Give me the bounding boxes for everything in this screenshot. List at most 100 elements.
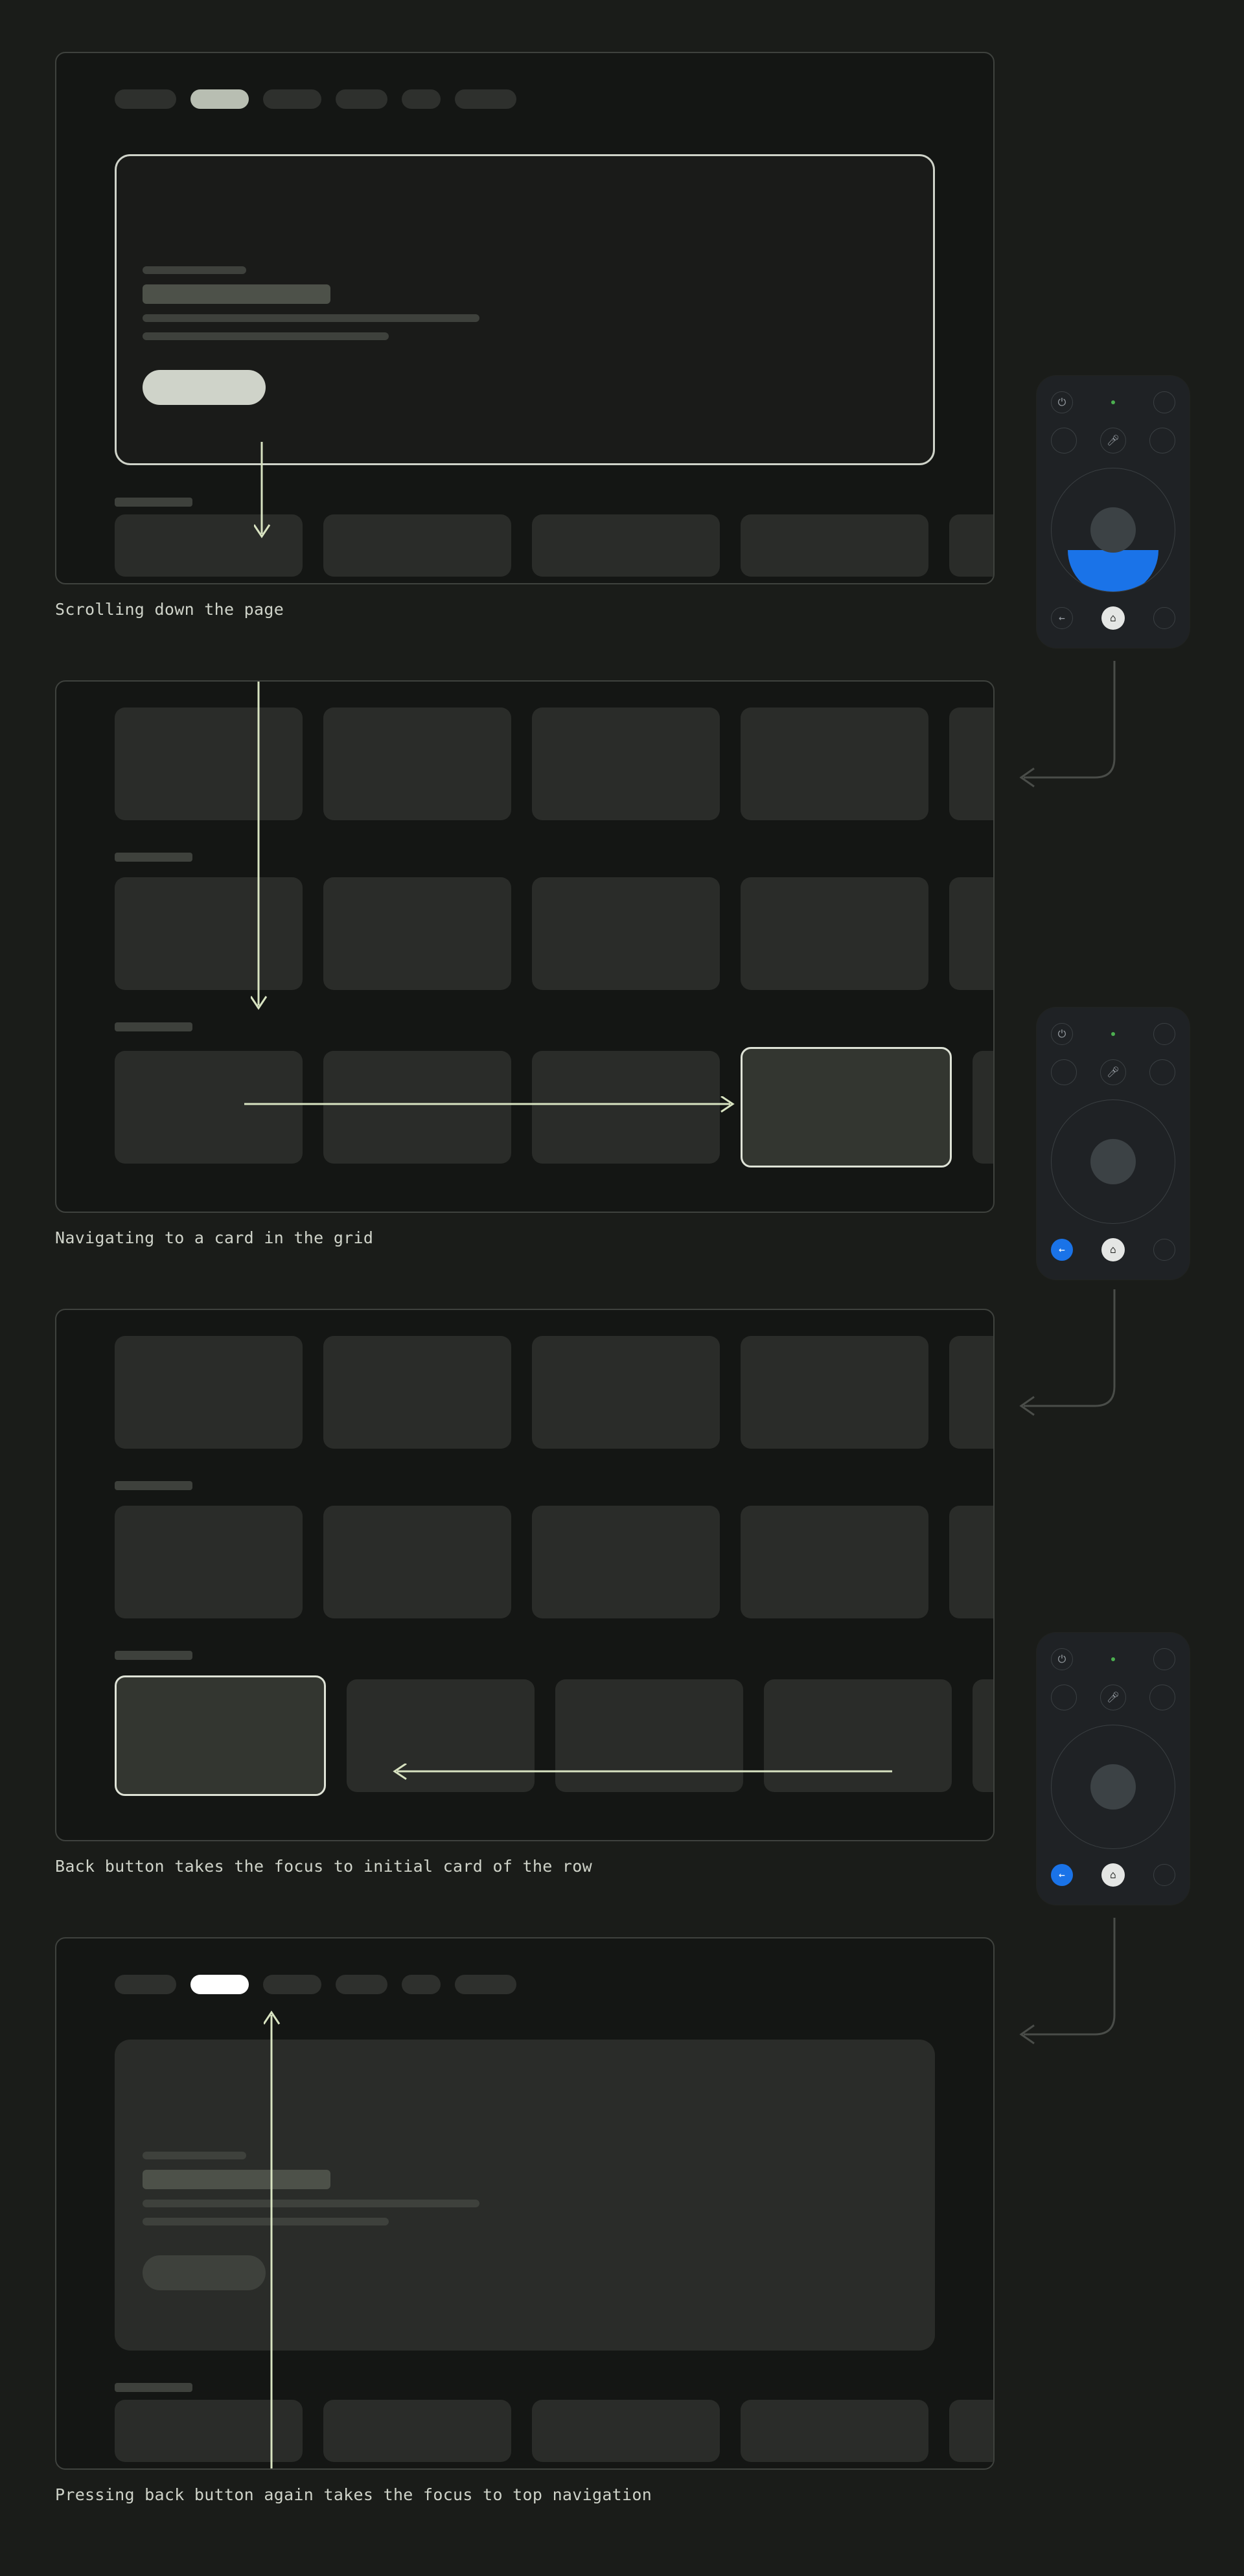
content-card[interactable] — [741, 1336, 928, 1449]
led-indicator — [1111, 400, 1115, 404]
content-card[interactable] — [532, 707, 720, 820]
content-card[interactable] — [949, 707, 995, 820]
dpad[interactable] — [1051, 1099, 1175, 1224]
content-card[interactable] — [323, 1051, 511, 1164]
generic-button[interactable] — [1149, 1685, 1175, 1710]
tab-item[interactable] — [455, 1975, 516, 1994]
tab-item[interactable] — [115, 1975, 176, 1994]
generic-button[interactable] — [1051, 1059, 1077, 1085]
hero-card[interactable] — [115, 2040, 935, 2351]
top-tabs — [56, 53, 993, 109]
generic-button[interactable] — [1153, 1023, 1175, 1045]
tab-item[interactable] — [402, 89, 441, 109]
content-card[interactable] — [741, 707, 928, 820]
mic-icon: 🎤︎ — [1107, 1067, 1120, 1077]
generic-button[interactable] — [1153, 391, 1175, 413]
content-card[interactable] — [973, 1679, 995, 1792]
generic-button[interactable] — [1153, 607, 1175, 629]
generic-button[interactable] — [1153, 1864, 1175, 1886]
tab-item[interactable] — [263, 1975, 321, 1994]
content-card[interactable] — [115, 1051, 303, 1164]
tab-item-focused[interactable] — [190, 1975, 249, 1994]
content-card[interactable] — [323, 877, 511, 990]
led-indicator — [1111, 1032, 1115, 1036]
content-card[interactable] — [115, 707, 303, 820]
content-card[interactable] — [115, 514, 303, 577]
tab-item[interactable] — [263, 89, 321, 109]
dpad[interactable] — [1051, 1725, 1175, 1849]
cta-button[interactable] — [143, 2255, 266, 2290]
tab-item[interactable] — [115, 89, 176, 109]
content-card[interactable] — [532, 1336, 720, 1449]
content-card-focused[interactable] — [115, 1675, 326, 1796]
cta-button[interactable] — [143, 370, 266, 405]
content-card[interactable] — [949, 2400, 995, 2462]
back-button-highlighted[interactable]: ← — [1051, 1239, 1073, 1261]
dpad-center[interactable] — [1090, 507, 1136, 553]
content-card[interactable] — [323, 514, 511, 577]
content-card[interactable] — [555, 1679, 743, 1792]
content-card[interactable] — [949, 1336, 995, 1449]
remote-control: ⏻ 🎤︎ ← ⌂ — [1037, 1007, 1190, 1280]
remote-control: ⏻ 🎤︎ ← ⌂ — [1037, 1633, 1190, 1905]
power-icon: ⏻ — [1058, 1654, 1066, 1664]
content-card[interactable] — [532, 1051, 720, 1164]
content-card[interactable] — [115, 1336, 303, 1449]
content-card[interactable] — [323, 707, 511, 820]
content-card[interactable] — [115, 2400, 303, 2462]
content-card[interactable] — [323, 2400, 511, 2462]
dpad[interactable] — [1051, 468, 1175, 592]
tab-item[interactable] — [336, 89, 387, 109]
content-card[interactable] — [115, 877, 303, 990]
row-header-placeholder — [115, 1481, 192, 1490]
content-card[interactable] — [949, 514, 995, 577]
content-card[interactable] — [741, 1506, 928, 1618]
content-card[interactable] — [532, 877, 720, 990]
content-card[interactable] — [949, 1506, 995, 1618]
content-card[interactable] — [532, 1506, 720, 1618]
dpad-center[interactable] — [1090, 1139, 1136, 1184]
generic-button[interactable] — [1153, 1648, 1175, 1670]
content-card[interactable] — [323, 1336, 511, 1449]
content-card[interactable] — [115, 1506, 303, 1618]
content-card-focused[interactable] — [741, 1047, 952, 1167]
content-card[interactable] — [347, 1679, 535, 1792]
row-header-placeholder — [115, 2383, 192, 2392]
tv-screen — [55, 1937, 995, 2470]
generic-button[interactable] — [1149, 1059, 1175, 1085]
assist-button[interactable]: 🎤︎ — [1100, 428, 1126, 454]
hero-card-focused[interactable] — [115, 154, 935, 465]
home-icon: ⌂ — [1110, 1245, 1116, 1255]
content-card[interactable] — [764, 1679, 952, 1792]
home-button[interactable]: ⌂ — [1101, 606, 1125, 630]
power-button[interactable]: ⏻ — [1051, 391, 1073, 413]
content-card[interactable] — [532, 514, 720, 577]
generic-button[interactable] — [1149, 428, 1175, 454]
back-button-highlighted[interactable]: ← — [1051, 1864, 1073, 1886]
content-card[interactable] — [741, 514, 928, 577]
home-icon: ⌂ — [1110, 613, 1116, 623]
home-button[interactable]: ⌂ — [1101, 1238, 1125, 1261]
tab-item[interactable] — [455, 89, 516, 109]
tab-item[interactable] — [336, 1975, 387, 1994]
content-card[interactable] — [532, 2400, 720, 2462]
power-button[interactable]: ⏻ — [1051, 1648, 1073, 1670]
placeholder-line — [143, 2218, 389, 2225]
generic-button[interactable] — [1051, 428, 1077, 454]
content-card[interactable] — [323, 1506, 511, 1618]
dpad-center[interactable] — [1090, 1764, 1136, 1810]
generic-button[interactable] — [1051, 1685, 1077, 1710]
home-button[interactable]: ⌂ — [1101, 1863, 1125, 1887]
tab-item[interactable] — [402, 1975, 441, 1994]
content-card[interactable] — [741, 877, 928, 990]
back-button[interactable]: ← — [1051, 607, 1073, 629]
tab-item-active[interactable] — [190, 89, 249, 109]
caption: Navigating to a card in the grid — [55, 1228, 995, 1247]
content-card[interactable] — [741, 2400, 928, 2462]
generic-button[interactable] — [1153, 1239, 1175, 1261]
power-button[interactable]: ⏻ — [1051, 1023, 1073, 1045]
assist-button[interactable]: 🎤︎ — [1100, 1685, 1126, 1710]
assist-button[interactable]: 🎤︎ — [1100, 1059, 1126, 1085]
content-card[interactable] — [973, 1051, 995, 1164]
content-card[interactable] — [949, 877, 995, 990]
